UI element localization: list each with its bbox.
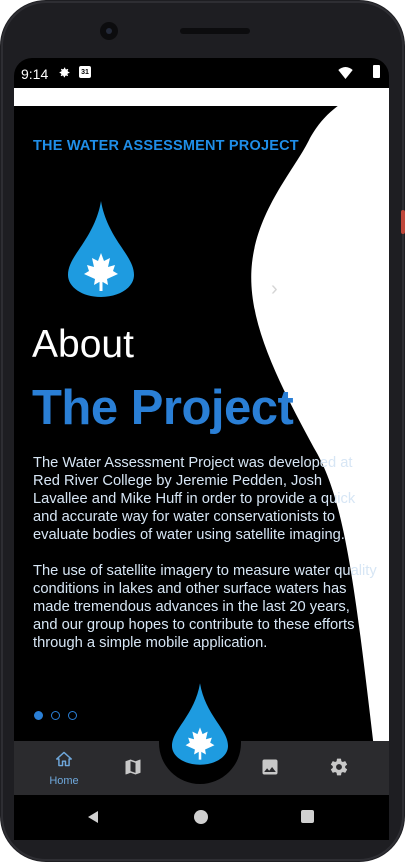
page-dot[interactable] (51, 711, 60, 720)
nav-gallery[interactable] (258, 741, 282, 795)
page-indicator (34, 707, 85, 725)
heading-about: About (32, 323, 134, 366)
back-icon[interactable] (86, 810, 100, 824)
image-icon (262, 759, 278, 775)
description-paragraph-2: The use of satellite imagery to measure … (33, 563, 377, 651)
phone-frame: 9:14 31 THE WATER ASSESSMENT PROJECT › A… (0, 0, 405, 862)
home-icon (56, 751, 73, 767)
calendar-icon: 31 (79, 66, 91, 78)
front-camera (100, 22, 118, 40)
battery-icon (373, 65, 380, 78)
description-paragraph-1: The Water Assessment Project was develop… (33, 455, 356, 543)
gear-icon (59, 67, 70, 78)
app-title: THE WATER ASSESSMENT PROJECT (33, 138, 299, 154)
system-navigation-bar (14, 795, 389, 840)
status-bar: 9:14 31 (14, 58, 389, 88)
page-dot[interactable] (68, 711, 77, 720)
home-circle-icon[interactable] (194, 810, 208, 824)
nav-map[interactable] (121, 741, 145, 795)
nav-home[interactable]: Home (44, 741, 84, 795)
map-icon (125, 759, 141, 775)
settings-icon (330, 758, 348, 776)
recents-square-icon[interactable] (301, 810, 314, 823)
nav-settings[interactable] (327, 741, 351, 795)
wifi-icon (338, 67, 353, 79)
power-button (401, 210, 405, 234)
center-drop-button[interactable] (172, 683, 228, 765)
app-screen: 9:14 31 THE WATER ASSESSMENT PROJECT › A… (14, 58, 389, 840)
page-dot-active[interactable] (34, 711, 43, 720)
water-drop-logo (68, 201, 134, 297)
chevron-right-icon[interactable]: › (271, 278, 278, 301)
heading-project: The Project (32, 381, 294, 435)
status-time: 9:14 (21, 66, 49, 82)
earpiece-speaker (180, 28, 250, 34)
top-gray-band (14, 88, 389, 106)
nav-home-label: Home (49, 775, 79, 787)
